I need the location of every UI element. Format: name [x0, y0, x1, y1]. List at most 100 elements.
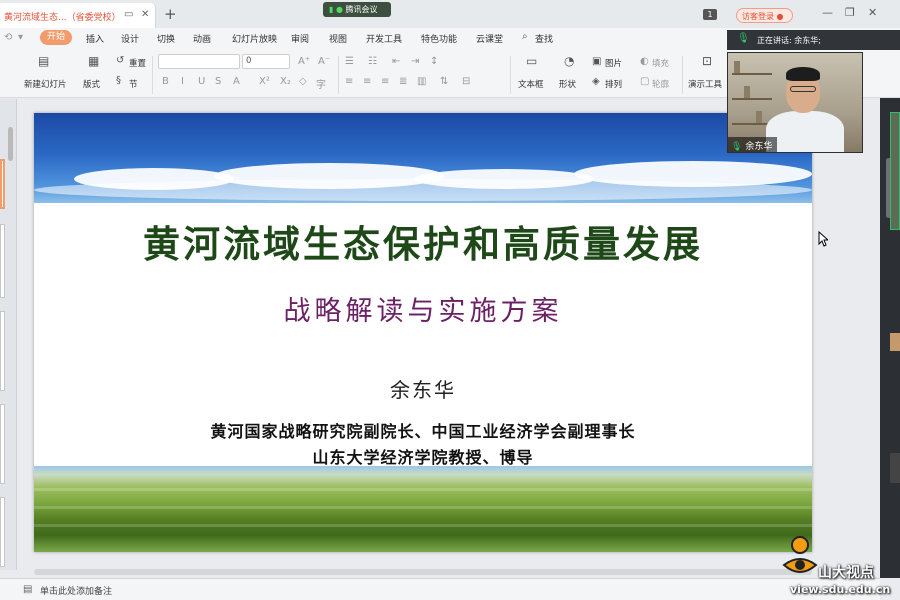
arrange-button[interactable]: 排列 — [605, 78, 622, 90]
subscript-icon[interactable]: X₂ — [280, 76, 291, 87]
justify-icon[interactable]: ≣ — [399, 76, 407, 87]
reset-button[interactable]: 重置 — [129, 57, 146, 69]
present-tools-button[interactable]: 演示工具 — [688, 78, 722, 90]
shelf-item — [756, 111, 762, 123]
thumbnail-scrollbar[interactable] — [8, 127, 13, 161]
slide-thumbnail[interactable] — [0, 224, 5, 298]
meeting-status-icon: ● — [335, 5, 343, 14]
picture-icon[interactable]: ▣ — [592, 56, 601, 67]
menu-animation[interactable]: 动画 — [193, 32, 211, 45]
title-bar: 黄河流域生态...（省委党校） ▭ ✕ + ▮ ● 腾讯会议 1 访客登录 ● … — [0, 0, 900, 28]
distribute-icon[interactable]: ▥ — [417, 76, 426, 87]
signal-icon: ▮ — [329, 5, 334, 14]
bold-icon[interactable]: B — [162, 76, 169, 87]
search-icon[interactable]: ⌕ — [522, 31, 528, 42]
slide-thumbnail[interactable] — [0, 404, 5, 484]
section-button[interactable]: 节 — [129, 78, 138, 90]
speaker-video-tile[interactable]: 🎙 余东华 — [727, 52, 863, 153]
sdu-logo-icon — [782, 536, 818, 573]
strikethrough-icon[interactable]: S — [215, 76, 221, 87]
minimize-icon[interactable]: — — [822, 6, 833, 19]
layout-icon[interactable]: ▦ — [88, 54, 99, 68]
divider — [682, 56, 683, 94]
line-spacing-icon[interactable]: ↕ — [430, 56, 438, 67]
new-tab-button[interactable]: + — [164, 5, 177, 23]
menu-review[interactable]: 审阅 — [291, 32, 309, 45]
slide-thumbnail-panel — [0, 99, 17, 570]
participant-video[interactable] — [890, 453, 900, 483]
clear-format-icon[interactable]: ◇ — [299, 76, 307, 87]
menu-search[interactable]: 查找 — [535, 32, 553, 45]
numbered-list-icon[interactable]: ☷ — [368, 56, 377, 67]
outline-icon[interactable]: ▢ — [640, 76, 649, 87]
slide-thumbnail[interactable] — [0, 311, 5, 391]
arrange-icon[interactable]: ◈ — [592, 76, 600, 87]
textbox-button[interactable]: 文本框 — [518, 78, 544, 90]
shrink-font-icon[interactable]: A⁻ — [318, 56, 330, 67]
outline-button[interactable]: 轮廓 — [652, 78, 669, 90]
textbox-icon[interactable]: ▭ — [526, 54, 537, 68]
picture-button[interactable]: 图片 — [605, 57, 622, 69]
shelf — [732, 98, 772, 100]
new-slide-icon[interactable]: ▤ — [38, 54, 49, 68]
slide-thumbnail[interactable] — [0, 497, 5, 567]
slide-affiliation-1[interactable]: 黄河国家战略研究院副院长、中国工业经济学会副理事长 — [34, 418, 812, 442]
shape-icon[interactable]: ◔ — [564, 54, 574, 68]
font-color-icon[interactable]: A — [233, 76, 240, 87]
reset-icon[interactable]: ↺ — [116, 55, 124, 66]
divider — [510, 56, 511, 94]
menu-features[interactable]: 特色功能 — [421, 32, 457, 45]
menu-slideshow[interactable]: 幻灯片放映 — [232, 32, 277, 45]
menu-cloud-class[interactable]: 云课堂 — [476, 32, 503, 45]
section-icon[interactable]: § — [116, 75, 121, 86]
slide-subtitle[interactable]: 战略解读与实施方案 — [34, 289, 812, 328]
menu-developer[interactable]: 开发工具 — [366, 32, 402, 45]
align-left-icon[interactable]: ≡ — [345, 76, 353, 87]
menu-start[interactable]: 开始 — [40, 30, 72, 45]
text-direction-icon[interactable]: ⇅ — [440, 76, 448, 87]
font-size-select[interactable]: 0 — [242, 54, 290, 69]
menu-view[interactable]: 视图 — [329, 32, 347, 45]
shape-button[interactable]: 形状 — [559, 78, 576, 90]
align-text-icon[interactable]: ⊟ — [462, 76, 470, 87]
close-tab-icon[interactable]: ✕ — [141, 9, 149, 20]
bullet-list-icon[interactable]: ☰ — [345, 56, 354, 67]
fill-button[interactable]: 填充 — [652, 57, 669, 69]
camera-name-text: 余东华 — [745, 142, 773, 152]
layout-button[interactable]: 版式 — [83, 78, 100, 90]
decrease-indent-icon[interactable]: ⇤ — [392, 56, 400, 67]
slide-title[interactable]: 黄河流域生态保护和高质量发展 — [34, 214, 812, 268]
grow-font-icon[interactable]: A⁺ — [298, 56, 310, 67]
slide-thumbnail[interactable] — [0, 159, 5, 209]
horizontal-scrollbar[interactable] — [34, 569, 812, 575]
close-window-icon[interactable]: ✕ — [868, 6, 877, 19]
align-right-icon[interactable]: ≡ — [381, 76, 389, 87]
underline-icon[interactable]: U — [198, 76, 205, 87]
present-tools-icon[interactable]: ⊡ — [702, 54, 712, 68]
restore-icon[interactable]: ❐ — [845, 6, 855, 19]
visitor-login-button[interactable]: 访客登录 ● — [736, 8, 793, 23]
new-slide-button[interactable]: 新建幻灯片 — [24, 78, 67, 90]
document-tab[interactable]: 黄河流域生态...（省委党校） ▭ ✕ — [0, 3, 156, 28]
notes-bar[interactable]: ▤ 单击此处添加备注 — [0, 578, 880, 600]
dropdown-icon[interactable]: ▾ — [18, 32, 23, 43]
notes-placeholder[interactable]: 单击此处添加备注 — [40, 584, 112, 597]
phonetic-icon[interactable]: 字 — [316, 76, 326, 91]
participant-video[interactable] — [890, 333, 900, 351]
font-family-select[interactable] — [158, 54, 240, 69]
undo-icon[interactable]: ⟲ — [4, 32, 12, 43]
cast-icon[interactable]: ▭ — [124, 9, 133, 20]
italic-icon[interactable]: I — [181, 76, 184, 87]
slide[interactable]: 黄河流域生态保护和高质量发展 战略解读与实施方案 余东华 黄河国家战略研究院副院… — [34, 113, 812, 552]
menu-design[interactable]: 设计 — [121, 32, 139, 45]
fill-icon[interactable]: ◐ — [640, 56, 649, 67]
participant-video[interactable] — [890, 112, 900, 230]
shelf-item — [744, 86, 750, 98]
slide-author[interactable]: 余东华 — [34, 374, 812, 403]
slide-affiliation-2[interactable]: 山东大学经济学院教授、博导 — [34, 444, 812, 468]
align-center-icon[interactable]: ≡ — [363, 76, 371, 87]
increase-indent-icon[interactable]: ⇥ — [411, 56, 419, 67]
menu-transition[interactable]: 切换 — [157, 32, 175, 45]
superscript-icon[interactable]: X² — [259, 76, 270, 87]
menu-insert[interactable]: 插入 — [86, 32, 104, 45]
